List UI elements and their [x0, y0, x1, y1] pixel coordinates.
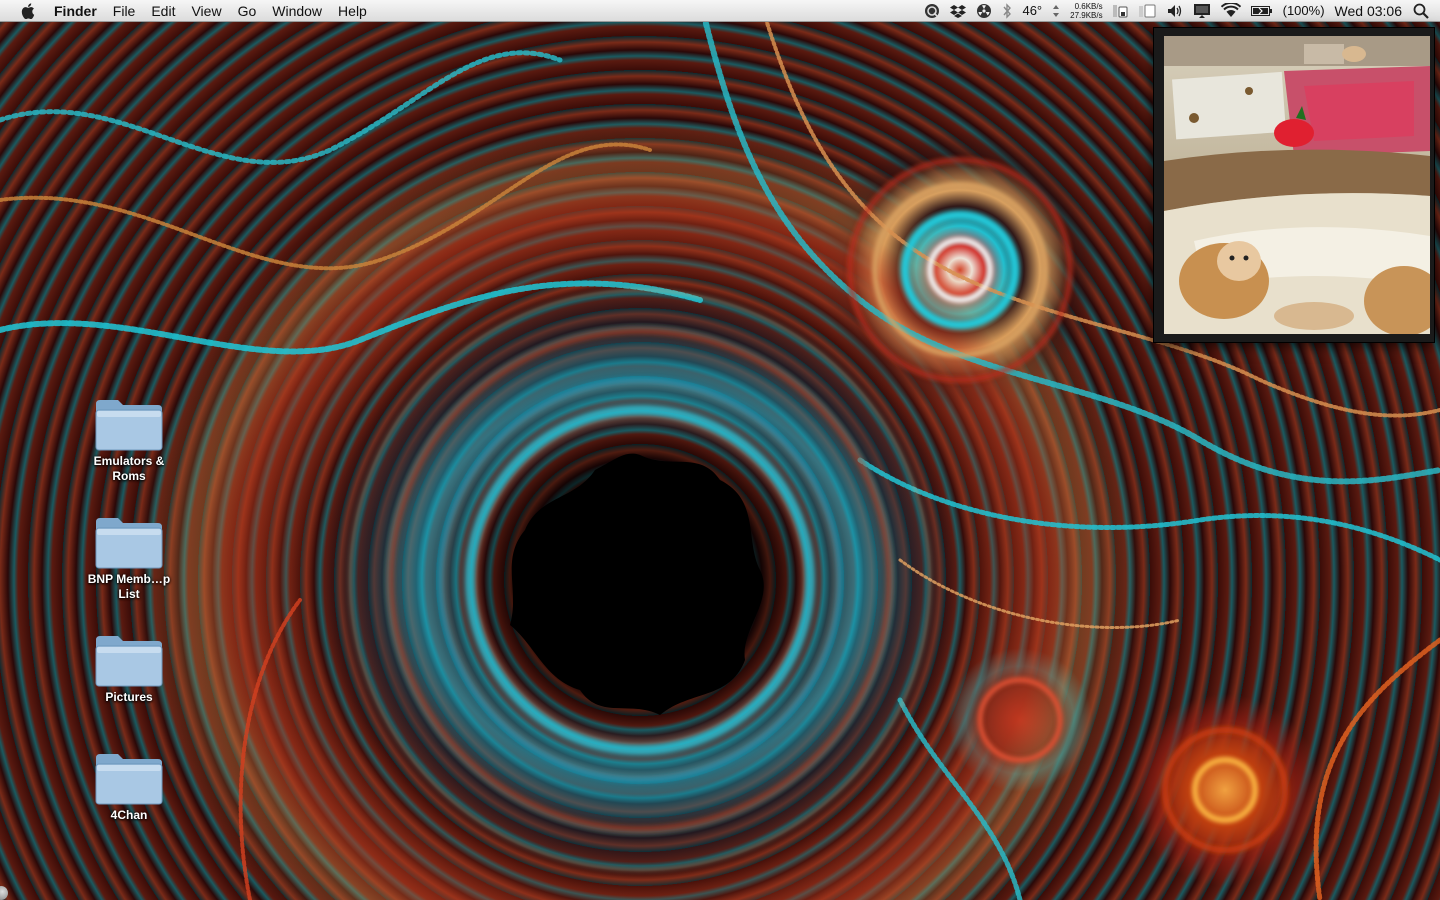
- puppy-cam-image: [1164, 36, 1430, 334]
- desktop-folder-label: Emulators & Roms: [93, 454, 165, 483]
- menu-file[interactable]: File: [105, 0, 144, 22]
- cpu-meter-icon[interactable]: [1138, 3, 1157, 19]
- dropbox-icon[interactable]: [950, 4, 967, 18]
- net-down-rate: 27.9KB/s: [1070, 10, 1103, 20]
- wifi-icon[interactable]: [1220, 3, 1241, 18]
- apple-menu-icon[interactable]: [18, 0, 38, 22]
- desktop-folder-label: 4Chan: [110, 808, 148, 822]
- net-up-rate: 0.6KB/s: [1074, 1, 1103, 11]
- menu-bar: Finder File Edit View Go Window Help 46°…: [0, 0, 1440, 22]
- spotlight-icon[interactable]: [1413, 3, 1429, 19]
- memory-meter-icon[interactable]: [1112, 3, 1129, 19]
- clock[interactable]: Wed 03:06: [1335, 3, 1402, 19]
- bluetooth-icon[interactable]: [1002, 2, 1012, 19]
- volume-icon[interactable]: [1167, 4, 1183, 18]
- menu-go[interactable]: Go: [230, 0, 265, 22]
- desktop-folder-label: Pictures: [105, 690, 153, 704]
- folder-icon: [95, 400, 163, 451]
- folder-icon: [95, 754, 163, 805]
- desktop-folder-label: BNP Memb…p List: [87, 572, 171, 601]
- temperature-readout[interactable]: 46°: [1022, 3, 1042, 18]
- display-icon[interactable]: [1193, 3, 1211, 19]
- app-menu-finder[interactable]: Finder: [54, 0, 105, 22]
- video-player-window[interactable]: [1153, 27, 1435, 343]
- video-frame[interactable]: [1164, 36, 1430, 334]
- menu-window[interactable]: Window: [264, 0, 330, 22]
- battery-percent[interactable]: (100%): [1283, 3, 1325, 18]
- desktop-folder-pictures[interactable]: Pictures: [79, 632, 179, 705]
- menu-view[interactable]: View: [183, 0, 229, 22]
- menu-help[interactable]: Help: [330, 0, 375, 22]
- desktop-folder-bnp-membership-list[interactable]: BNP Memb…p List: [79, 514, 179, 602]
- folder-icon: [95, 636, 163, 687]
- folder-icon: [95, 518, 163, 569]
- quicksilver-icon[interactable]: [924, 3, 940, 19]
- desktop-folder-4chan[interactable]: 4Chan: [79, 750, 179, 823]
- menu-edit[interactable]: Edit: [143, 0, 183, 22]
- radiation-icon[interactable]: [976, 3, 992, 19]
- network-meter[interactable]: 0.6KB/s 27.9KB/s: [1070, 2, 1102, 20]
- desktop-folder-emulators-roms[interactable]: Emulators & Roms: [79, 396, 179, 484]
- temperature-icon: [1052, 4, 1060, 18]
- battery-icon[interactable]: [1250, 5, 1273, 17]
- status-area: 46° 0.6KB/s 27.9KB/s (100%) Wed 03:06: [919, 0, 1440, 22]
